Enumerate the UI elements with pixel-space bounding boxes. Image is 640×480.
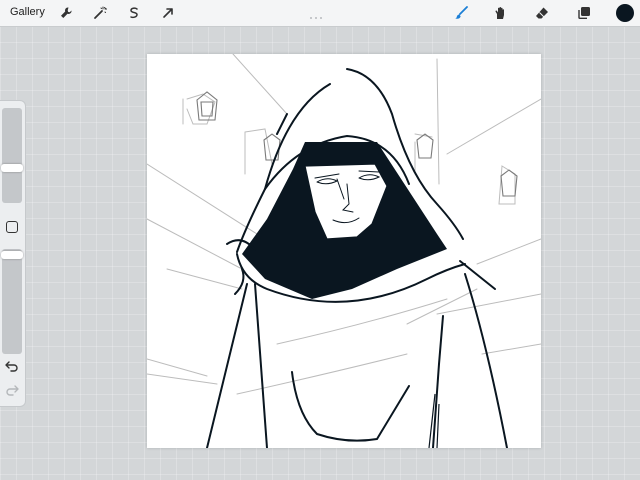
redo-icon[interactable] [4,383,20,397]
left-sidebar [0,100,26,407]
toolbar-grabber[interactable] [310,6,330,19]
top-toolbar: Gallery [0,0,640,27]
wrench-icon[interactable] [56,4,76,22]
drawing-canvas[interactable] [147,54,541,448]
magic-wand-icon[interactable] [90,4,110,22]
smudge-icon[interactable] [490,4,510,22]
undo-icon[interactable] [4,359,20,373]
opacity-slider[interactable] [1,249,23,354]
color-picker-button[interactable] [616,4,634,22]
gallery-button[interactable]: Gallery [10,6,45,18]
square-modify-icon[interactable] [6,221,18,233]
brush-size-thumb[interactable] [1,164,23,172]
brush-icon[interactable] [451,4,471,22]
selection-icon[interactable] [124,4,144,22]
transform-arrow-icon[interactable] [158,4,178,22]
opacity-thumb[interactable] [1,251,23,259]
layers-icon[interactable] [574,4,594,22]
eraser-icon[interactable] [532,4,552,22]
brush-size-slider[interactable] [1,108,23,203]
hooded-figure-sketch [147,54,541,448]
